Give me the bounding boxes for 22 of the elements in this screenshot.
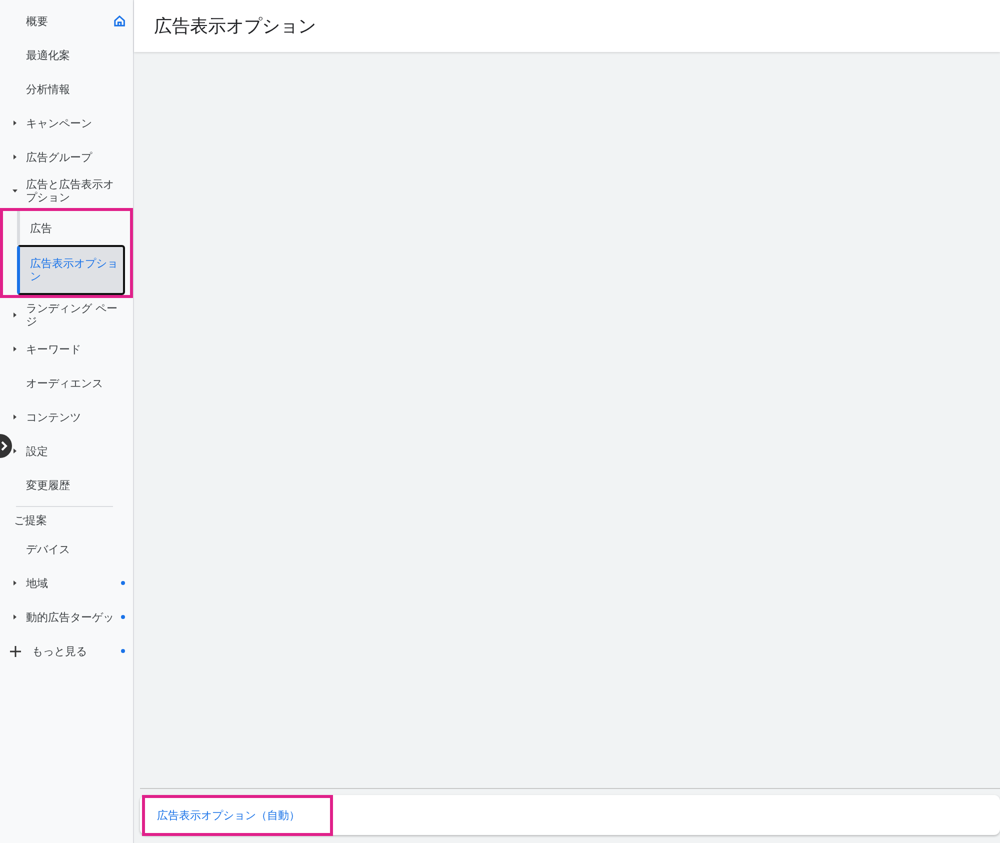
sidebar-item[interactable]: もっと見る bbox=[32, 644, 112, 658]
sidebar-item[interactable]: キャンペーン bbox=[26, 116, 121, 130]
sidebar-item[interactable]: コンテンツ bbox=[26, 410, 121, 424]
sidebar-item[interactable]: 概要 bbox=[26, 14, 114, 28]
sidebar-item[interactable]: オーディエンス bbox=[26, 376, 121, 390]
section-heading: ご提案 bbox=[13, 513, 48, 529]
plus-icon bbox=[10, 646, 21, 656]
sidebar-item[interactable]: 最適化案 bbox=[26, 48, 121, 62]
sidebar-item[interactable]: 広告と広告表示オプション bbox=[26, 178, 121, 204]
sidebar-item[interactable]: 設定 bbox=[26, 444, 121, 458]
page-title: 広告表示オプション bbox=[154, 15, 316, 38]
sidebar-item[interactable]: 分析情報 bbox=[26, 82, 121, 96]
sidebar-item[interactable]: 広告グループ bbox=[26, 150, 121, 164]
sidebar-item[interactable]: デバイス bbox=[26, 542, 121, 556]
extensions-link[interactable]: 広告表示オプション（自動） bbox=[142, 794, 333, 836]
sidebar-item[interactable]: ランディング ページ bbox=[26, 302, 121, 328]
sidebar-item[interactable]: 動的広告ターゲッ bbox=[26, 610, 121, 624]
sidebar-item[interactable]: 変更履歴 bbox=[26, 478, 121, 492]
collapse-handle-icon[interactable] bbox=[0, 434, 12, 458]
sidebar-subitem[interactable]: 広告表示オプション bbox=[17, 245, 125, 295]
sidebar-item[interactable]: 地域 bbox=[26, 576, 121, 590]
sidebar-item[interactable]: キーワード bbox=[26, 342, 121, 356]
